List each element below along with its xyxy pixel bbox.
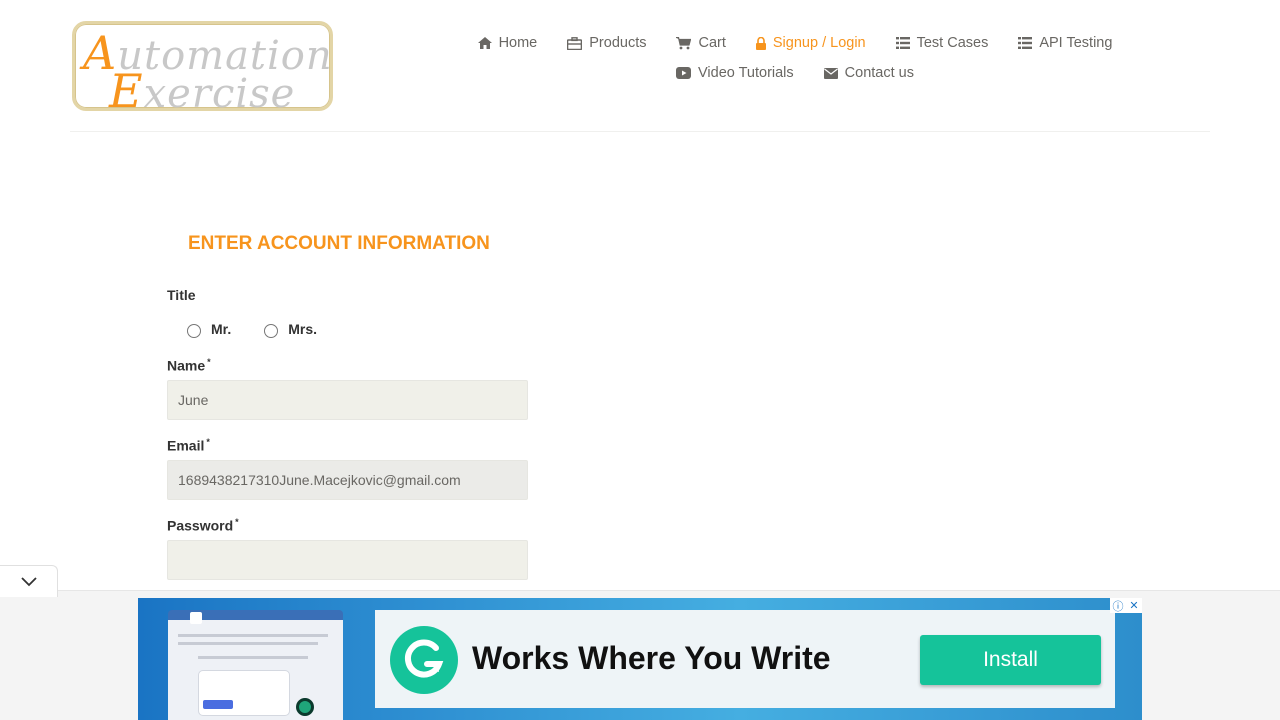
nav-contact-us-label: Contact us [844,65,914,81]
required-mark: * [235,517,239,527]
name-label-text: Name [167,357,206,374]
home-icon [477,37,492,49]
ad-shot-suggestion-card [198,670,290,716]
radio-option-mrs[interactable]: Mrs. [264,320,317,338]
header-divider [70,131,1210,132]
nav-video-tutorials[interactable]: Video Tutorials [676,65,794,81]
radio-mrs[interactable] [264,324,279,338]
nav-home[interactable]: Home [477,35,538,51]
ad-collapse-button[interactable] [0,565,58,597]
nav-contact-us[interactable]: Contact us [823,65,914,81]
title-label: Title [167,287,196,303]
email-label: Email * [167,437,210,454]
ad-controls: ⓘ ✕ [1110,598,1142,613]
nav-products-label: Products [589,35,647,51]
required-mark: * [206,437,210,447]
nav-home-label: Home [498,35,538,51]
envelope-icon [823,67,838,79]
page: Automation Exercise Home Products Cart S… [0,0,1280,720]
ad-headline: Works Where You Write [472,640,831,676]
ad-close-icon[interactable]: ✕ [1126,598,1142,613]
password-label: Password * [167,517,239,534]
nav-cart[interactable]: Cart [676,35,726,51]
name-field-value: June [178,392,209,408]
ad-shot-line [178,642,318,645]
logo-line-2: Exercise [109,64,295,118]
email-label-text: Email [167,437,205,454]
ad-panel: Works Where You Write Install [375,610,1115,708]
ad-shot-line [198,656,308,659]
chevron-down-icon [20,576,37,586]
radio-mr[interactable] [187,324,201,338]
youtube-play-icon [676,67,691,79]
ad-info-icon[interactable]: ⓘ [1110,598,1126,613]
radio-option-mr[interactable]: Mr. [187,320,231,338]
nav-api-testing-label: API Testing [1039,35,1113,51]
name-field[interactable]: June [167,380,528,420]
ad-bar: Works Where You Write Install ⓘ ✕ [0,590,1280,720]
nav-row-1: Home Products Cart Signup / Login Test C… [470,28,1120,58]
nav-api-testing[interactable]: API Testing [1018,35,1112,51]
nav-test-cases-label: Test Cases [916,35,989,51]
form-title: ENTER ACCOUNT INFORMATION [188,233,490,254]
list-icon [1018,37,1033,49]
radio-mrs-label: Mrs. [288,321,318,337]
nav-test-cases[interactable]: Test Cases [895,35,989,51]
password-label-text: Password [167,517,234,534]
password-field[interactable] [167,540,528,580]
install-button[interactable]: Install [920,635,1101,685]
grammarly-g-icon [404,639,444,678]
logo-cap-e: E [109,64,144,118]
list-icon [895,37,910,49]
ad-shot-grammarly-icon [296,698,314,716]
nav-row-2: Video Tutorials Contact us [470,58,1120,88]
title-radio-group: Mr. Mrs. [187,320,350,338]
email-field[interactable]: 1689438217310June.Macejkovic@gmail.com [167,460,528,500]
ad-shot-rephrase-button [203,700,233,709]
required-mark: * [207,357,211,367]
name-label: Name * [167,357,211,374]
cart-icon [676,36,692,49]
briefcase-icon [567,36,583,50]
nav-video-tutorials-label: Video Tutorials [698,65,794,81]
logo-rest-2: xercise [143,71,296,117]
word-app-icon [190,612,202,624]
ad-banner[interactable]: Works Where You Write Install ⓘ ✕ [138,598,1142,720]
ad-shot-line [178,634,328,637]
radio-mr-label: Mr. [211,321,232,337]
grammarly-logo-icon [390,626,458,694]
lock-icon [755,36,766,50]
ad-screenshot-image [168,610,343,720]
main-nav: Home Products Cart Signup / Login Test C… [470,28,1120,88]
nav-signup-login[interactable]: Signup / Login [755,35,866,51]
nav-products[interactable]: Products [567,35,646,51]
email-field-value: 1689438217310June.Macejkovic@gmail.com [178,472,461,488]
nav-signup-login-label: Signup / Login [772,35,866,51]
nav-cart-label: Cart [698,35,726,51]
site-logo[interactable]: Automation Exercise [72,21,333,118]
